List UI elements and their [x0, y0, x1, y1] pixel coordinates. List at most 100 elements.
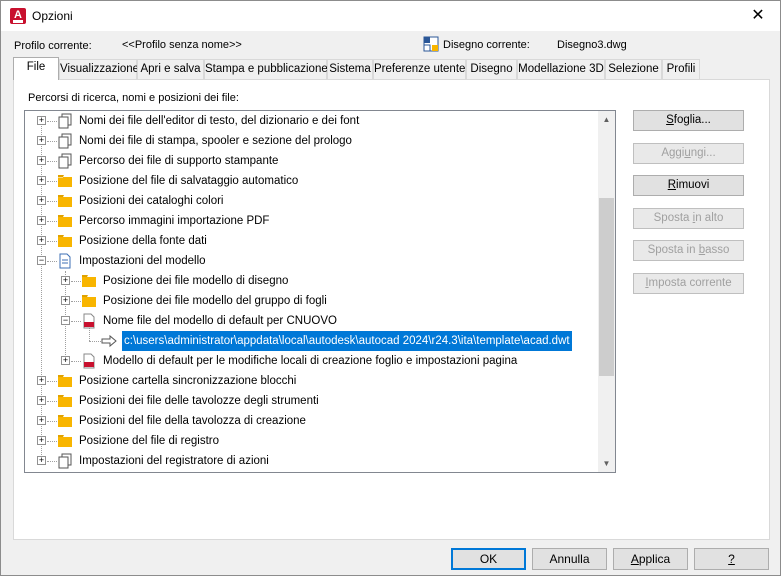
tree-row-label: Posizioni dei cataloghi colori — [79, 195, 224, 207]
tree-row-label: Nome file del modello di default per CNU… — [103, 315, 337, 327]
drawing-icon — [423, 36, 439, 52]
dwt-file-icon — [83, 353, 95, 369]
window-title: Opzioni — [32, 9, 73, 23]
tab-sistema[interactable]: Sistema — [327, 59, 373, 79]
vertical-scrollbar[interactable]: ▲ ▼ — [598, 111, 615, 472]
browse-button[interactable]: Sfoglia... — [633, 110, 744, 131]
tab-file[interactable]: File — [13, 57, 59, 80]
folder-icon — [58, 395, 72, 407]
tree-row[interactable]: + Posizioni dei cataloghi colori — [25, 191, 600, 211]
scroll-thumb[interactable] — [599, 198, 614, 376]
tree-row[interactable]: + Impostazioni del registratore di azion… — [25, 451, 600, 471]
remove-button[interactable]: Rimuovi — [633, 175, 744, 196]
expand-icon[interactable]: + — [37, 376, 46, 385]
folder-icon — [58, 435, 72, 447]
expand-icon[interactable]: + — [37, 216, 46, 225]
tree-row[interactable]: + Posizioni dei file delle tavolozze deg… — [25, 391, 600, 411]
title-bar: A Opzioni ✕ — [1, 1, 780, 31]
folder-icon — [82, 275, 96, 287]
expand-icon[interactable]: + — [61, 356, 70, 365]
scroll-down-icon[interactable]: ▼ — [598, 455, 615, 472]
expand-icon[interactable]: + — [37, 196, 46, 205]
tree-row[interactable]: + Percorso dei file di supporto stampant… — [25, 151, 600, 171]
tree-row[interactable]: + Posizione dei file modello del gruppo … — [25, 291, 600, 311]
expand-icon[interactable]: + — [61, 296, 70, 305]
tree-row-label: Impostazioni del registratore di azioni — [79, 455, 269, 467]
profile-label: Profilo corrente: — [14, 40, 92, 52]
tree-heading: Percorsi di ricerca, nomi e posizioni de… — [28, 92, 239, 104]
expand-icon[interactable]: + — [37, 436, 46, 445]
tree-row[interactable]: + Posizione dei file modello di disegno — [25, 271, 600, 291]
stacked-pages-icon — [58, 133, 72, 149]
template-path-value[interactable]: c:\users\administrator\appdata\local\aut… — [121, 330, 573, 352]
move-up-button[interactable]: Sposta in alto — [633, 208, 744, 229]
profile-value: <<Profilo senza nome>> — [122, 39, 242, 51]
tree-row-label: Posizione dei file modello di disegno — [103, 275, 289, 287]
tree-row[interactable]: + Posizioni del file della tavolozza di … — [25, 411, 600, 431]
folder-icon — [58, 195, 72, 207]
tree-row-label: Posizione della fonte dati — [79, 235, 207, 247]
tree-row[interactable]: + Posizione del file di salvataggio auto… — [25, 171, 600, 191]
autocad-app-icon: A — [10, 8, 26, 24]
tab-profili[interactable]: Profili — [662, 59, 700, 79]
tree-row[interactable]: − Impostazioni del modello — [25, 251, 600, 271]
stacked-pages-icon — [58, 453, 72, 469]
set-current-button[interactable]: Imposta corrente — [633, 273, 744, 294]
tree-row-label: Percorso dei file di supporto stampante — [79, 155, 279, 167]
tab-disegno[interactable]: Disegno — [466, 59, 517, 79]
collapse-icon[interactable]: − — [37, 256, 46, 265]
dwt-file-icon — [83, 313, 95, 329]
tree-row[interactable]: + Percorso immagini importazione PDF — [25, 211, 600, 231]
tree-row-label: Impostazioni del modello — [79, 255, 206, 267]
expand-icon[interactable]: + — [37, 116, 46, 125]
stacked-pages-icon — [58, 113, 72, 129]
tree-row-label: Posizione del file di registro — [79, 435, 219, 447]
tab-apri-e-salva[interactable]: Apri e salva — [137, 59, 204, 79]
drawing-value: Disegno3.dwg — [557, 39, 627, 51]
tree-row-label: Posizione cartella sincronizzazione bloc… — [79, 375, 297, 387]
tree-row[interactable]: + Posizione del file di registro — [25, 431, 600, 451]
folder-icon — [58, 235, 72, 247]
tab-stampa-e-pubblicazione[interactable]: Stampa e pubblicazione — [204, 59, 328, 79]
expand-icon[interactable]: + — [37, 396, 46, 405]
tree-row[interactable]: − Nome file del modello di default per C… — [25, 311, 600, 331]
folder-icon — [58, 215, 72, 227]
arrow-icon — [101, 334, 117, 348]
collapse-icon[interactable]: − — [61, 316, 70, 325]
tree-row-label: Posizione dei file modello del gruppo di… — [103, 295, 327, 307]
tree-row[interactable]: + Posizione cartella sincronizzazione bl… — [25, 371, 600, 391]
expand-icon[interactable]: + — [37, 416, 46, 425]
tab-selezione[interactable]: Selezione — [605, 59, 662, 79]
expand-icon[interactable]: + — [37, 136, 46, 145]
tree-row[interactable]: + Posizione della fonte dati — [25, 231, 600, 251]
apply-button[interactable]: Applica — [613, 548, 688, 570]
expand-icon[interactable]: + — [37, 156, 46, 165]
expand-icon[interactable]: + — [37, 236, 46, 245]
tree-row[interactable]: + Nomi dei file di stampa, spooler e sez… — [25, 131, 600, 151]
close-icon[interactable]: ✕ — [746, 6, 770, 26]
options-dialog: A Opzioni ✕ Profilo corrente: <<Profilo … — [0, 0, 781, 576]
folder-icon — [58, 375, 72, 387]
tree-row-label: Nomi dei file dell'editor di testo, del … — [79, 115, 360, 127]
tree-row-label: Nomi dei file di stampa, spooler e sezio… — [79, 135, 352, 147]
tree-row[interactable]: + Modello di default per le modifiche lo… — [25, 351, 600, 371]
move-down-button[interactable]: Sposta in basso — [633, 240, 744, 261]
folder-icon — [58, 175, 72, 187]
file-paths-tree[interactable]: + Nomi dei file dell'editor di testo, de… — [24, 110, 616, 473]
tree-row-selected[interactable]: c:\users\administrator\appdata\local\aut… — [25, 330, 600, 352]
ok-button[interactable]: OK — [451, 548, 526, 570]
help-button[interactable]: ? — [694, 548, 769, 570]
tab-preferenze-utente[interactable]: Preferenze utente — [373, 59, 466, 79]
tab-modellazione-3d[interactable]: Modellazione 3D — [517, 59, 605, 79]
expand-icon[interactable]: + — [37, 456, 46, 465]
cancel-button[interactable]: Annulla — [532, 548, 607, 570]
add-button[interactable]: Aggiungi... — [633, 143, 744, 164]
tree-row-label: Posizioni dei file delle tavolozze degli… — [79, 395, 319, 407]
tree-row-label: Posizione del file di salvataggio automa… — [79, 175, 299, 187]
drawing-label: Disegno corrente: — [443, 39, 530, 51]
expand-icon[interactable]: + — [37, 176, 46, 185]
expand-icon[interactable]: + — [61, 276, 70, 285]
tab-visualizzazione[interactable]: Visualizzazione — [59, 59, 139, 79]
tree-row[interactable]: + Nomi dei file dell'editor di testo, de… — [25, 111, 600, 131]
scroll-up-icon[interactable]: ▲ — [598, 111, 615, 128]
